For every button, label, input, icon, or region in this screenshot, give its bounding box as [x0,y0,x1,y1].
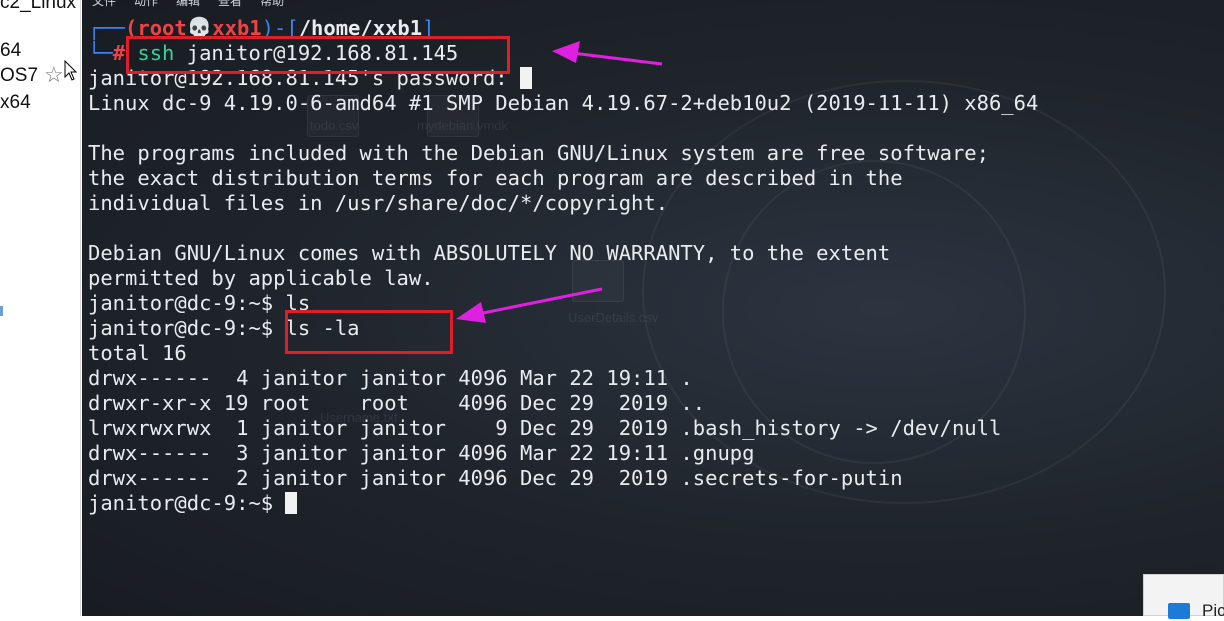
menu-help[interactable]: 帮助 [260,0,284,8]
current-prompt-text: janitor@dc-9:~$ [88,491,286,515]
shell-command-line: janitor@dc-9:~$ ls -la [88,316,360,340]
terminal-menubar: 文件 动作 编辑 查看 帮助 [82,0,284,8]
menu-file[interactable]: 文件 [92,0,116,8]
shell-command-line: janitor@dc-9:~$ ls [88,291,311,315]
mouse-cursor-icon [64,60,78,81]
listing-row: drwxr-xr-x 19 root root 4096 Dec 29 2019… [88,391,706,415]
output-line: permitted by applicable law. [88,266,434,290]
picture-app-icon [1168,603,1190,619]
taskbar-thumbnail-label: Pic [1202,601,1224,620]
listing-row: drwx------ 2 janitor janitor 4096 Dec 29… [88,466,903,490]
prompt-hash: # [112,41,126,65]
left-item-1[interactable]: c2_Linux [0,0,76,14]
listing-row: drwx------ 4 janitor janitor 4096 Mar 22… [88,366,693,390]
output-line: total 16 [88,341,187,365]
ssh-command-highlight [126,36,510,74]
output-line: Linux dc-9 4.19.0-6-amd64 #1 SMP Debian … [88,91,1039,115]
star-icon[interactable]: ☆ [44,62,64,88]
terminal-window[interactable]: 文件 动作 编辑 查看 帮助 todo.csv mydebian.vmdk Us… [82,0,1224,616]
output-line: Debian GNU/Linux comes with ABSOLUTELY N… [88,241,891,265]
output-line: individual files in /usr/share/doc/*/cop… [88,191,669,215]
listing-row: lrwxrwxrwx 1 janitor janitor 9 Dec 29 20… [88,416,1002,440]
left-side-panel: c2_Linux 64 OS7 x64 ☆ [0,0,81,616]
left-item-3[interactable]: OS7 [0,65,38,87]
text-cursor [519,67,532,89]
output-line: the exact distribution terms for each pr… [88,166,903,190]
left-item-2[interactable]: 64 [0,40,21,62]
taskbar-thumbnail[interactable]: Pic [1143,574,1224,620]
menu-edit[interactable]: 编辑 [176,0,200,8]
current-prompt-line[interactable]: janitor@dc-9:~$ [88,491,1038,516]
menu-actions[interactable]: 动作 [134,0,158,8]
terminal-output: ┌──(root💀xxb1)-[/home/xxb1] └─# ssh jani… [88,16,1038,516]
output-line: The programs included with the Debian GN… [88,141,989,165]
menu-view[interactable]: 查看 [218,0,242,8]
prompt-box-top: ┌── [88,16,126,40]
left-scroll-marker [0,306,3,316]
text-cursor [285,492,298,514]
prompt-box-bottom: └─ [88,41,113,65]
left-item-4[interactable]: x64 [0,92,31,114]
listing-row: drwx------ 3 janitor janitor 4096 Mar 22… [88,441,755,465]
ls-la-highlight [285,310,453,354]
